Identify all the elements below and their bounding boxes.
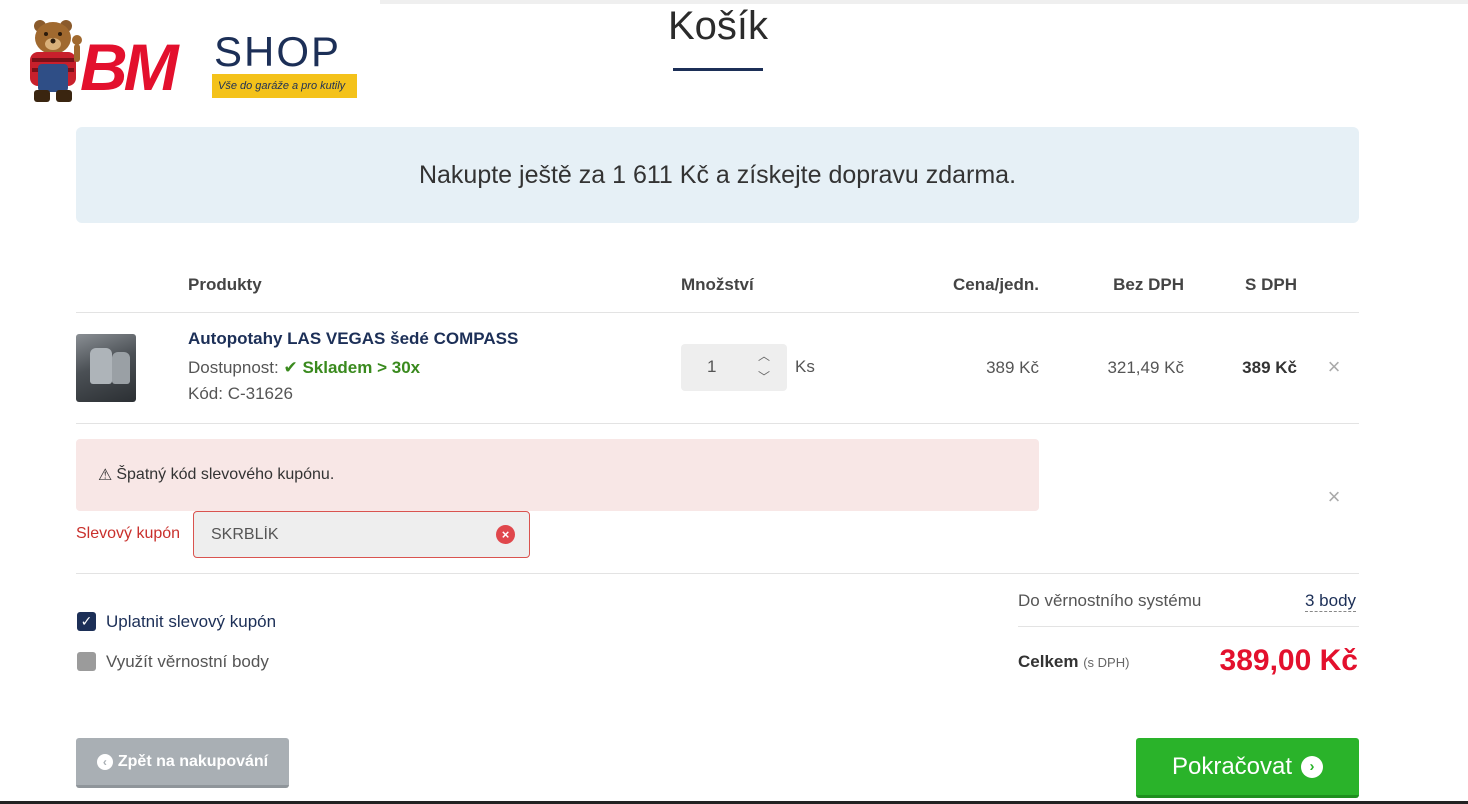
- total-label-text: Celkem: [1018, 652, 1079, 671]
- product-name-link[interactable]: Autopotahy LAS VEGAS šedé COMPASS: [188, 329, 518, 349]
- clear-coupon-icon[interactable]: ×: [496, 525, 515, 544]
- coupon-error-alert: ⚠ Špatný kód slevového kupónu.: [76, 439, 1039, 511]
- chevron-right-circle-icon: ›: [1301, 755, 1324, 778]
- coupon-input[interactable]: [194, 512, 484, 557]
- use-points-label[interactable]: Využít věrnostní body: [106, 652, 269, 672]
- warning-icon: ⚠: [98, 467, 113, 484]
- use-points-checkbox[interactable]: [77, 652, 96, 671]
- continue-button[interactable]: Pokračovat ›: [1136, 738, 1359, 798]
- back-button-label: Zpět na nakupování: [117, 752, 269, 770]
- apply-coupon-label[interactable]: Uplatnit slevový kupón: [106, 612, 276, 632]
- page-title: Košík: [667, 4, 769, 48]
- coupon-divider: [76, 573, 1359, 574]
- chevron-left-circle-icon: ‹: [96, 753, 113, 770]
- header-with-vat: S DPH: [1245, 275, 1297, 294]
- coupon-label: Slevový kupón: [76, 525, 181, 542]
- total-value: 389,00 Kč: [1219, 644, 1358, 677]
- product-code: Kód: C-31626: [188, 384, 293, 403]
- loyalty-points[interactable]: 3 body: [1305, 591, 1357, 612]
- title-underline: [673, 68, 763, 71]
- apply-coupon-checkbox[interactable]: ✓: [77, 612, 96, 631]
- coupon-error-text: Špatný kód slevového kupónu.: [116, 466, 335, 483]
- remove-coupon-close-icon[interactable]: ×: [1325, 486, 1343, 508]
- logo-tagline: Vše do garáže a pro kutily: [212, 74, 357, 98]
- continue-button-label: Pokračovat: [1171, 752, 1293, 780]
- table-header-divider: [76, 312, 1359, 313]
- loyalty-label: Do věrnostního systému: [1018, 591, 1202, 610]
- row-divider: [76, 423, 1359, 424]
- summary-divider: [1018, 626, 1359, 627]
- total-label: Celkem (s DPH): [1018, 652, 1129, 672]
- total-label-suffix: (s DPH): [1083, 655, 1130, 670]
- coupon-field[interactable]: ×: [193, 511, 530, 558]
- back-to-shopping-button[interactable]: ‹ Zpět na nakupování: [76, 738, 289, 788]
- free-shipping-banner: Nakupte ještě za 1 611 Kč a získejte dop…: [76, 127, 1359, 223]
- price-with-vat: 389 Kč: [1242, 358, 1297, 377]
- remove-item-close-icon[interactable]: ×: [1325, 356, 1343, 378]
